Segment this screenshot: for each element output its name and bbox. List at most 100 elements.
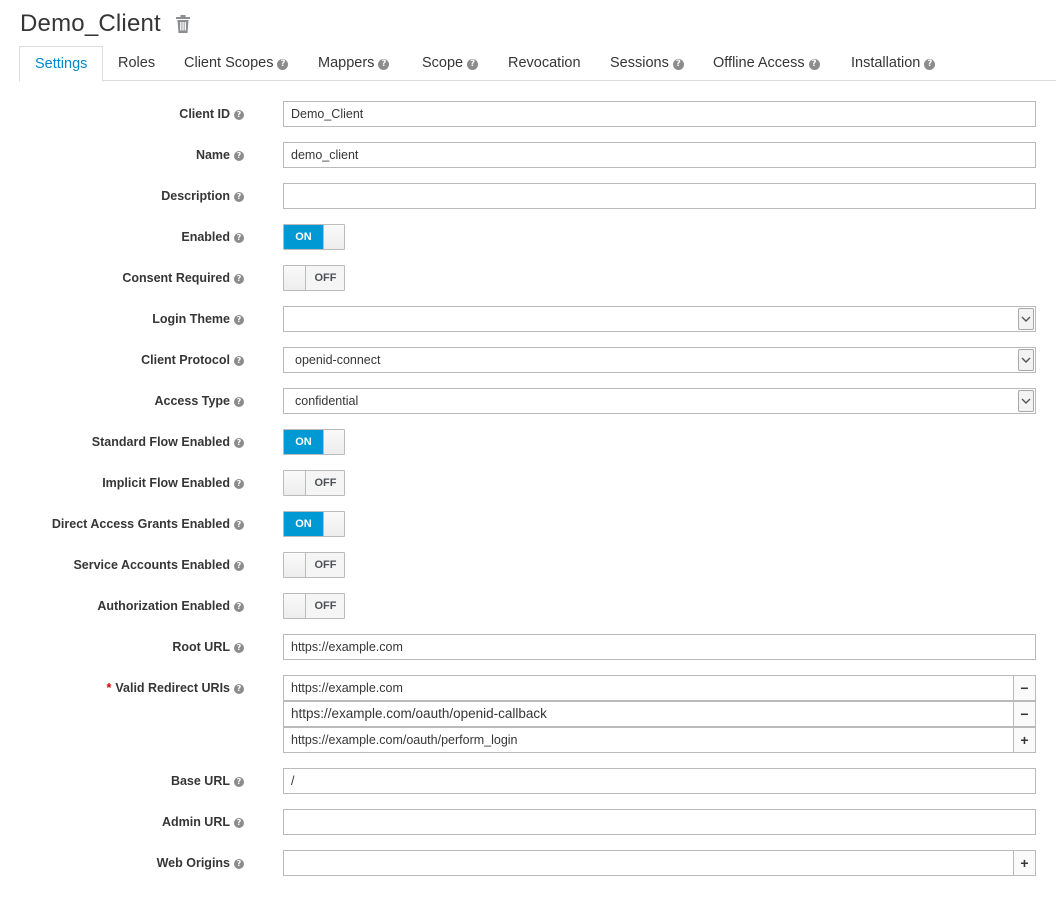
base-url-input[interactable]: /	[283, 768, 1036, 794]
chevron-down-icon	[1018, 349, 1034, 371]
valid-redirect-uris-row: * Valid Redirect URIs? https://example.co…	[0, 675, 1056, 701]
tab-scope[interactable]: Scope?	[422, 46, 479, 81]
redirect-uri-input[interactable]: https://example.com	[283, 675, 1014, 701]
toggle-knob	[323, 430, 344, 454]
web-origins-label: Web Origins?	[157, 850, 244, 876]
question-circle-icon: ?	[378, 59, 390, 70]
implicit-flow-row: Implicit Flow Enabled? OFF	[0, 470, 1056, 496]
toggle-knob	[323, 225, 344, 249]
remove-redirect-uri-button[interactable]: −	[1013, 701, 1036, 727]
access-type-label: Access Type?	[154, 388, 244, 414]
consent-required-row: Consent Required? OFF	[0, 265, 1056, 291]
enabled-label: Enabled?	[181, 224, 244, 250]
root-url-row: Root URL? https://example.com	[0, 634, 1056, 660]
add-web-origin-button[interactable]: +	[1013, 850, 1036, 876]
required-marker: *	[106, 681, 112, 695]
implicit-flow-toggle[interactable]: OFF	[283, 470, 345, 496]
consent-required-toggle[interactable]: OFF	[283, 265, 345, 291]
tab-installation[interactable]: Installation?	[851, 46, 936, 81]
minus-icon: −	[1020, 706, 1029, 722]
question-circle-icon: ?	[234, 110, 244, 120]
tab-client-scopes[interactable]: Client Scopes?	[184, 46, 289, 81]
client-protocol-label: Client Protocol?	[141, 347, 244, 373]
service-accounts-toggle[interactable]: OFF	[283, 552, 345, 578]
question-circle-icon: ?	[234, 479, 244, 489]
admin-url-row: Admin URL?	[0, 809, 1056, 835]
question-circle-icon: ?	[672, 59, 684, 70]
tab-label: Client Scopes	[184, 55, 274, 71]
standard-flow-row: Standard Flow Enabled? ON	[0, 429, 1056, 455]
toggle-on-label: ON	[284, 430, 323, 454]
tab-sessions[interactable]: Sessions?	[610, 46, 684, 81]
standard-flow-label: Standard Flow Enabled?	[92, 429, 244, 455]
tab-label: Sessions	[610, 55, 669, 71]
tab-label: Revocation	[508, 55, 581, 71]
client-protocol-row: Client Protocol? openid-connect	[0, 347, 1056, 373]
tab-label: Roles	[118, 55, 156, 71]
tab-label: Installation	[851, 55, 921, 71]
chevron-down-icon	[1018, 390, 1034, 412]
authorization-row: Authorization Enabled? OFF	[0, 593, 1056, 619]
tab-offline-access[interactable]: Offline Access?	[713, 46, 820, 81]
base-url-label: Base URL?	[171, 768, 244, 794]
tab-settings[interactable]: Settings	[19, 46, 104, 82]
description-input[interactable]	[283, 183, 1036, 209]
tab-label: Offline Access	[713, 55, 805, 71]
valid-redirect-uris-row-3: https://example.com/oauth/perform_login …	[0, 727, 1056, 753]
tab-roles[interactable]: Roles	[118, 46, 155, 81]
standard-flow-toggle[interactable]: ON	[283, 429, 345, 455]
question-circle-icon: ?	[234, 561, 244, 571]
access-type-select[interactable]: confidential	[283, 388, 1036, 414]
client-id-label: Client ID?	[179, 101, 244, 127]
description-label: Description?	[161, 183, 244, 209]
toggle-knob	[284, 266, 306, 290]
question-circle-icon: ?	[234, 520, 244, 530]
question-circle-icon: ?	[234, 356, 244, 366]
client-id-input[interactable]: Demo_Client	[283, 101, 1036, 127]
plus-icon: +	[1020, 732, 1029, 748]
add-redirect-uri-button[interactable]: +	[1013, 727, 1036, 753]
login-theme-select[interactable]	[283, 306, 1036, 332]
page-title: Demo_Client	[20, 10, 161, 37]
toggle-off-label: OFF	[306, 594, 344, 618]
authorization-toggle[interactable]: OFF	[283, 593, 345, 619]
tab-label: Settings	[35, 56, 88, 72]
question-circle-icon: ?	[924, 59, 936, 70]
tab-mappers[interactable]: Mappers?	[318, 46, 390, 81]
service-accounts-row: Service Accounts Enabled? OFF	[0, 552, 1056, 578]
valid-redirect-uris-label: * Valid Redirect URIs?	[106, 675, 244, 701]
redirect-uri-input[interactable]: https://example.com/oauth/openid-callbac…	[283, 701, 1014, 727]
client-protocol-select[interactable]: openid-connect	[283, 347, 1036, 373]
chevron-down-icon	[1018, 308, 1034, 330]
root-url-input[interactable]: https://example.com	[283, 634, 1036, 660]
implicit-flow-label: Implicit Flow Enabled?	[102, 470, 244, 496]
toggle-on-label: ON	[284, 225, 323, 249]
toggle-off-label: OFF	[306, 553, 344, 577]
question-circle-icon: ?	[234, 859, 244, 869]
toggle-knob	[284, 471, 306, 495]
direct-access-toggle[interactable]: ON	[283, 511, 345, 537]
question-circle-icon: ?	[234, 233, 244, 243]
trash-icon[interactable]	[175, 15, 191, 33]
web-origins-input[interactable]	[283, 850, 1014, 876]
remove-redirect-uri-button[interactable]: −	[1013, 675, 1036, 701]
admin-url-input[interactable]	[283, 809, 1036, 835]
question-circle-icon: ?	[234, 777, 244, 787]
tab-label: Scope	[422, 55, 464, 71]
name-label: Name?	[196, 142, 244, 168]
question-circle-icon: ?	[808, 59, 820, 70]
web-origins-row: Web Origins? +	[0, 850, 1056, 876]
plus-icon: +	[1020, 855, 1029, 871]
minus-icon: −	[1020, 680, 1029, 696]
name-input[interactable]: demo_client	[283, 142, 1036, 168]
select-value: openid-connect	[295, 353, 381, 367]
valid-redirect-uris-row-2: https://example.com/oauth/openid-callbac…	[0, 701, 1056, 727]
tab-revocation[interactable]: Revocation	[508, 46, 581, 81]
question-circle-icon: ?	[234, 602, 244, 612]
direct-access-label: Direct Access Grants Enabled?	[52, 511, 244, 537]
toggle-knob	[284, 553, 306, 577]
tab-bar: Settings Roles Client Scopes? Mappers? S…	[19, 46, 1056, 82]
enabled-toggle[interactable]: ON	[283, 224, 345, 250]
admin-url-label: Admin URL?	[162, 809, 244, 835]
redirect-uri-input[interactable]: https://example.com/oauth/perform_login	[283, 727, 1014, 753]
